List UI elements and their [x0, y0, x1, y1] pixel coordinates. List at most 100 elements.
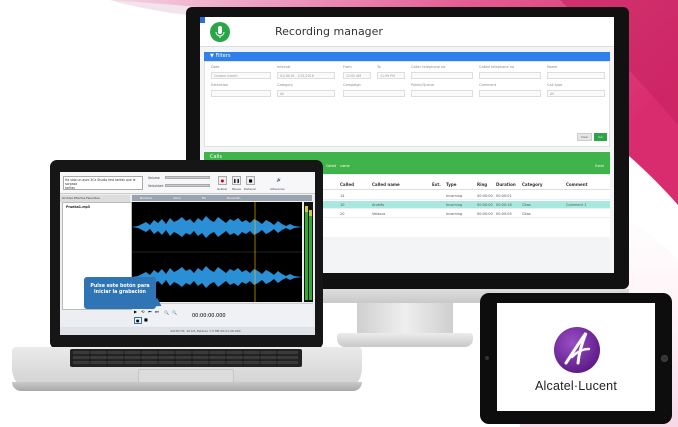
calltype-label: Call type	[547, 83, 563, 87]
cell-called-name: Velasco	[372, 212, 386, 216]
alcatel-lucent-logo-icon	[554, 327, 600, 373]
cell-type: Incoming	[446, 212, 463, 216]
zoom-in-icon[interactable]: 🔍	[164, 310, 169, 315]
cell-called-name: Andrés	[372, 203, 385, 207]
caller-no-input[interactable]	[411, 72, 473, 79]
monitor-stand-base	[337, 333, 473, 347]
col-ring[interactable]: Ring	[477, 182, 487, 187]
col-category[interactable]: Category	[522, 182, 542, 187]
stop-icon: ■	[248, 178, 253, 183]
date-select[interactable]: Custom month	[211, 72, 271, 79]
pause-label: Pausa	[232, 187, 241, 191]
go-button[interactable]: Go	[594, 133, 607, 141]
cell-category: Citas	[522, 212, 531, 216]
message-textbox[interactable]: Ha sido un auto 3Cx Studio test tarifas …	[63, 176, 143, 190]
to-label: To	[377, 65, 381, 69]
col-ext[interactable]: Ext.	[432, 182, 441, 187]
calltype-select[interactable]: All	[547, 90, 605, 97]
cell-ring: 00:00:00	[477, 212, 493, 216]
col-comment[interactable]: Comment	[566, 182, 588, 187]
cell-ring: 00:00:00	[477, 194, 493, 198]
filters-panel: Date Custom month Interval 01/18/16 - 1/…	[204, 61, 610, 147]
laptop-trackpad	[138, 369, 234, 383]
level-meter	[304, 202, 313, 302]
name-input[interactable]	[547, 72, 605, 79]
rewind-icon[interactable]: ⏮	[148, 309, 152, 314]
from-input[interactable]: 12:00 AM	[343, 72, 371, 79]
cell-called: 20	[340, 212, 345, 216]
app-title: Recording manager	[275, 25, 383, 38]
filters-panel-header[interactable]: ▼ Filters	[204, 52, 610, 61]
status-bar: 44100 Hz, 16 bit, Estéreo 1.5 MB 00:01:2…	[60, 327, 315, 335]
waveform-graphic	[132, 202, 302, 302]
editor-toolbar: Ha sido un auto 3Cx Studio test tarifas …	[60, 172, 315, 194]
tablet-camera	[485, 356, 489, 360]
pause-button[interactable]: ❚❚	[232, 176, 241, 185]
comment-input[interactable]	[479, 90, 541, 97]
laptop-front-edge	[12, 382, 362, 391]
cell-type: Incoming	[446, 194, 463, 198]
wave-header: Nombre Inicio Fin Duración	[132, 195, 312, 201]
col-duration[interactable]: Duration	[496, 182, 516, 187]
to-input[interactable]: 11:59 PM	[377, 72, 405, 79]
speaker-icon[interactable]: 🔊	[272, 176, 286, 185]
from-label: From	[343, 65, 352, 69]
stop-button[interactable]: ■	[246, 176, 255, 185]
tablet-home-button	[661, 355, 668, 362]
record-transport-icon[interactable]: ●	[134, 317, 142, 324]
date-label: Date	[211, 65, 220, 69]
microphone-icon	[210, 22, 230, 42]
excel-button[interactable]: Excel	[595, 164, 604, 168]
corner-marker	[200, 17, 205, 23]
comment-label: Comment	[479, 83, 497, 87]
stop-transport-icon[interactable]: ■	[144, 317, 148, 322]
clear-button[interactable]: Clear	[577, 133, 592, 141]
extension-label: Extension	[211, 83, 229, 87]
app-header: Recording manager	[200, 17, 614, 47]
cell-called: 14	[340, 194, 345, 198]
queue-input[interactable]	[411, 90, 473, 97]
waveform-display[interactable]	[132, 202, 302, 302]
laptop-keyboard	[70, 349, 302, 367]
message-text: Ha sido un auto 3Cx Studio test tarifas …	[65, 178, 136, 186]
filters-label: Filters	[215, 53, 231, 59]
cell-comment: Comment 1	[566, 203, 587, 207]
record-button[interactable]: ●	[218, 176, 227, 185]
cell-called: 10	[340, 203, 345, 207]
caller-no-label: Caller telephone no	[411, 65, 446, 69]
queue-label: Public/Queue	[411, 83, 435, 87]
campaign-input[interactable]	[343, 90, 405, 97]
volume-slider[interactable]	[165, 176, 210, 179]
campaign-label: Campaign	[343, 83, 361, 87]
cell-type: Incoming	[446, 203, 463, 207]
record-label: Grabar	[217, 187, 228, 191]
editor-tabs[interactable]: Archivo Efectos Favoritos	[60, 195, 130, 202]
laptop-screen: Ha sido un auto 3Cx Studio test tarifas …	[60, 172, 315, 335]
volume-label: Volume	[148, 176, 160, 180]
cell-duration: 00:00:05	[496, 212, 512, 216]
tablet-screen: Alcatel·Lucent	[497, 303, 655, 411]
pause-icon: ❚❚	[233, 178, 240, 183]
play-icon[interactable]: ▶	[134, 309, 137, 314]
loop-icon[interactable]: ⟲	[141, 309, 144, 314]
zoom-out-icon[interactable]: 🔍	[172, 310, 177, 315]
product-composite: Recording manager ▼ Filters Date Custom …	[0, 0, 678, 427]
message-text-line2: tarifas	[65, 186, 75, 190]
called-no-label: Called telephone no	[479, 65, 515, 69]
category-label: Category	[277, 83, 293, 87]
called-no-input[interactable]	[479, 72, 541, 79]
speaker-label: Altavoces	[270, 187, 285, 191]
extension-input[interactable]	[211, 90, 271, 97]
name-label: Name	[547, 65, 558, 69]
file-item[interactable]: Prueba1.mp3	[66, 205, 90, 209]
interval-input[interactable]: 01/18/16 - 1/31/2016	[277, 72, 335, 79]
col-called[interactable]: Called	[340, 182, 354, 187]
col-type[interactable]: Type	[446, 182, 456, 187]
col-called-name[interactable]: Called name	[372, 182, 400, 187]
category-select[interactable]: All	[277, 90, 335, 97]
speed-slider[interactable]	[165, 184, 210, 187]
record-tooltip: Pulse este botón para iniciar la grabaci…	[84, 277, 156, 309]
cell-category: Citas	[522, 203, 531, 207]
cell-duration: 00:00:16	[496, 203, 512, 207]
stop-label: Detener	[244, 187, 257, 191]
